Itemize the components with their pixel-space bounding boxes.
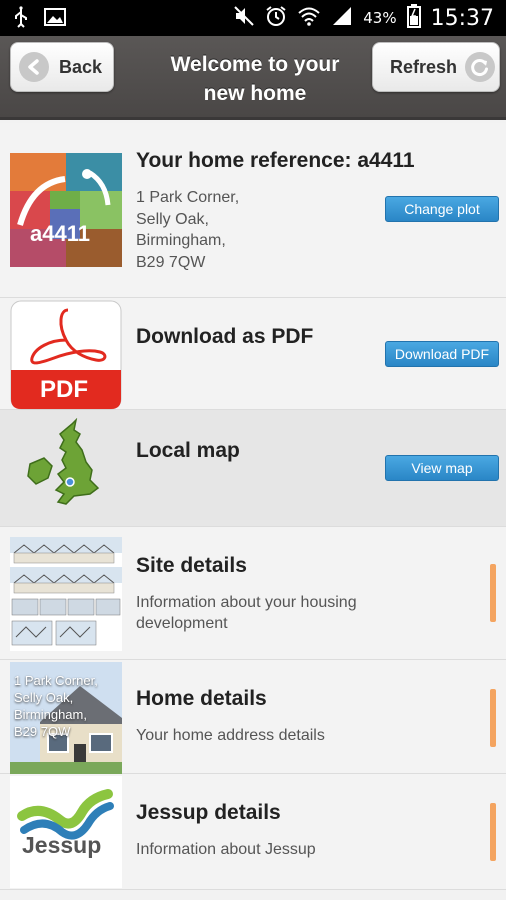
- jessup-details-title: Jessup details: [136, 801, 281, 824]
- image-icon: [44, 8, 66, 30]
- uk-map-icon: [10, 418, 122, 514]
- local-map-title: Local map: [136, 439, 240, 462]
- status-bar: 43% 15:37: [0, 0, 506, 36]
- mute-icon: [233, 5, 255, 31]
- back-arrow-icon: [19, 52, 49, 82]
- address-line: Birmingham,: [136, 232, 226, 249]
- row-indicator: [490, 689, 496, 747]
- refresh-icon: [465, 52, 496, 82]
- list-item-jessup-details[interactable]: Jessup Jessup details Information about …: [0, 774, 506, 890]
- plot-thumbnail-label: a4411: [30, 221, 90, 246]
- refresh-label: Refresh: [390, 56, 458, 77]
- address-line: Birmingham,: [14, 707, 87, 722]
- wifi-icon: [297, 6, 321, 30]
- subtitle-line: development: [136, 615, 228, 632]
- plot-thumbnail: a4411: [10, 153, 122, 267]
- page-title: Welcome to your new home: [130, 50, 380, 108]
- house-thumbnail-address: 1 Park Corner, Selly Oak, Birmingham, B2…: [14, 672, 98, 740]
- title-line-2: new home: [203, 82, 307, 105]
- site-plan-thumbnail: [10, 537, 122, 651]
- home-details-subtitle: Your home address details: [136, 727, 325, 744]
- home-details-title: Home details: [136, 687, 267, 710]
- row-indicator: [490, 564, 496, 622]
- list-item-home-reference[interactable]: a4411 Your home reference: a4411 1 Park …: [0, 123, 506, 298]
- home-address: 1 Park Corner, Selly Oak, Birmingham, B2…: [136, 187, 239, 273]
- clock: 15:37: [430, 5, 494, 31]
- battery-percent: 43%: [363, 9, 397, 27]
- title-line-1: Welcome to your: [170, 53, 340, 76]
- site-details-subtitle: Information about your housing developme…: [136, 592, 357, 634]
- alarm-icon: [265, 5, 287, 31]
- download-pdf-title: Download as PDF: [136, 325, 314, 348]
- pdf-icon: PDF: [10, 300, 122, 410]
- address-line: Selly Oak,: [136, 210, 209, 228]
- back-label: Back: [59, 56, 103, 77]
- usb-icon: [12, 6, 30, 32]
- address-line: Selly Oak,: [14, 690, 74, 705]
- address-line: 1 Park Corner,: [14, 673, 98, 688]
- address-line: B29 7QW: [14, 724, 71, 739]
- download-pdf-button[interactable]: Download PDF: [385, 341, 499, 367]
- jessup-logo: Jessup: [10, 776, 122, 888]
- address-line: 1 Park Corner,: [136, 189, 240, 206]
- battery-icon: [406, 4, 421, 32]
- jessup-logo-text: Jessup: [22, 832, 102, 858]
- address-line: B29 7QW: [136, 253, 206, 271]
- site-details-title: Site details: [136, 554, 247, 577]
- signal-icon: [331, 6, 353, 30]
- list-item-download-pdf[interactable]: PDF Download as PDF Download PDF: [0, 298, 506, 410]
- back-button[interactable]: Back: [10, 42, 114, 92]
- change-plot-button[interactable]: Change plot: [385, 196, 499, 222]
- view-map-button[interactable]: View map: [385, 455, 499, 481]
- app-header: Back Welcome to your new home Refresh: [0, 36, 506, 120]
- list-item-site-details[interactable]: Site details Information about your hous…: [0, 527, 506, 660]
- list-item-home-details[interactable]: 1 Park Corner, Selly Oak, Birmingham, B2…: [0, 660, 506, 774]
- pdf-icon-label: PDF: [40, 376, 88, 403]
- row-indicator: [490, 803, 496, 861]
- list-item-local-map[interactable]: Local map View map: [0, 410, 506, 527]
- home-reference-title: Your home reference: a4411: [136, 149, 415, 172]
- jessup-details-subtitle: Information about Jessup: [136, 841, 316, 858]
- refresh-button[interactable]: Refresh: [372, 42, 500, 92]
- subtitle-line: Information about your housing: [136, 594, 357, 611]
- house-thumbnail: 1 Park Corner, Selly Oak, Birmingham, B2…: [10, 662, 122, 774]
